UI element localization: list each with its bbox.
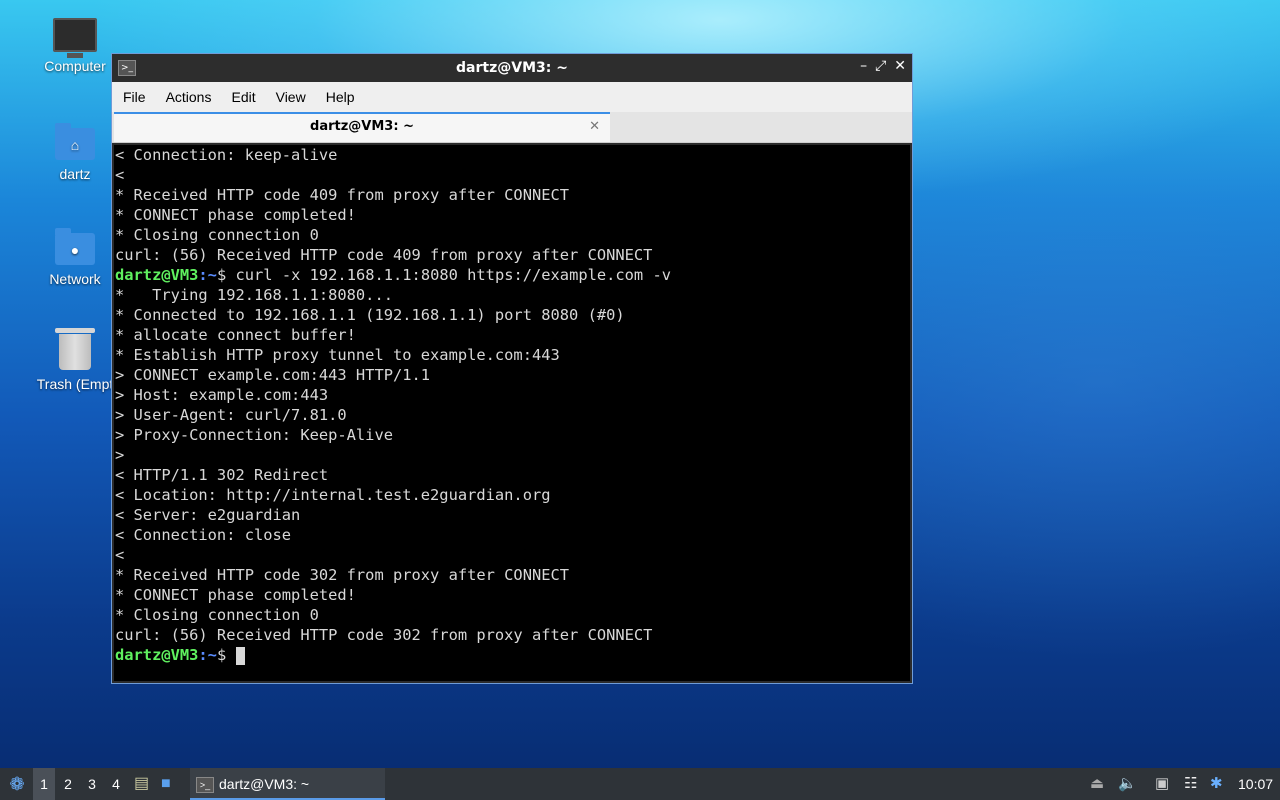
terminal-line: * Establish HTTP proxy tunnel to example… [115, 346, 560, 364]
task-label: dartz@VM3: ~ [219, 776, 310, 792]
terminal-line: * Received HTTP code 302 from proxy afte… [115, 566, 570, 584]
terminal-line: > [115, 446, 125, 464]
file-manager-icon[interactable]: ▤ [134, 768, 154, 800]
volume-icon[interactable]: 🔈 [1118, 768, 1140, 800]
terminal-line: * Closing connection 0 [115, 226, 319, 244]
desktop-icon-computer[interactable]: Computer [27, 18, 123, 74]
computer-icon [53, 18, 97, 58]
workspace-1[interactable]: 1 [33, 768, 55, 800]
terminal-line: > Proxy-Connection: Keep-Alive [115, 426, 393, 444]
desktop-icon-trash[interactable]: Trash (Empt [27, 328, 123, 392]
desktop-icon-network[interactable]: ● Network [27, 228, 123, 287]
desktop-icon-label: Network [49, 271, 101, 287]
prompt-user: dartz@VM3 [115, 266, 199, 284]
terminal-tab[interactable]: dartz@VM3: ~ ✕ [114, 112, 610, 142]
desktop-icon-label: Trash (Empt [36, 376, 114, 392]
tab-label: dartz@VM3: ~ [310, 119, 414, 134]
menu-actions[interactable]: Actions [159, 89, 219, 105]
terminal-line: < Server: e2guardian [115, 506, 301, 524]
prompt-path: :~ [198, 266, 217, 284]
trash-icon [55, 328, 95, 370]
prompt-line[interactable]: dartz@VM3:~$ [114, 645, 910, 665]
terminal-line: curl: (56) Received HTTP code 302 from p… [115, 626, 653, 644]
terminal-line: * Received HTTP code 409 from proxy afte… [115, 186, 570, 204]
terminal-line: * CONNECT phase completed! [115, 586, 356, 604]
terminal-line: > CONNECT example.com:443 HTTP/1.1 [115, 366, 431, 384]
terminal-app-icon: >_ [196, 777, 214, 794]
terminal-window: >_ dartz@VM3: ~ – ⤢ ✕ File Actions Edit … [111, 53, 913, 684]
taskbar-task-terminal[interactable]: >_ dartz@VM3: ~ [190, 768, 385, 800]
prompt-user: dartz@VM3 [115, 646, 199, 664]
terminal-output[interactable]: < Connection: keep-alive < * Received HT… [114, 145, 910, 681]
command-text: curl -x 192.168.1.1:8080 https://example… [226, 266, 672, 284]
workspace-2[interactable]: 2 [57, 768, 79, 800]
taskbar: ❁ 1 2 3 4 ▤ ■ >_ dartz@VM3: ~ ⏏ 🔈 ▣ ☷ ✱ 1… [0, 768, 1280, 800]
terminal-line: > User-Agent: curl/7.81.0 [115, 406, 347, 424]
close-icon[interactable]: ✕ [894, 58, 906, 74]
menu-view[interactable]: View [269, 89, 313, 105]
tray-eject-icon[interactable]: ⏏ [1090, 768, 1110, 800]
tab-close-icon[interactable]: ✕ [589, 114, 600, 140]
terminal-line: * Closing connection 0 [115, 606, 319, 624]
workspace-3[interactable]: 3 [81, 768, 103, 800]
prompt-path: :~ [198, 646, 217, 664]
network-folder-icon: ● [55, 228, 95, 265]
terminal-line: < Connection: close [115, 526, 292, 544]
terminal-line: * Connected to 192.168.1.1 (192.168.1.1)… [115, 306, 625, 324]
command-line: dartz@VM3:~$ curl -x 192.168.1.1:8080 ht… [114, 265, 910, 285]
start-menu-icon[interactable]: ❁ [4, 768, 30, 800]
text-cursor [235, 646, 245, 665]
window-title: dartz@VM3: ~ [456, 60, 568, 76]
terminal-line: < Connection: keep-alive [115, 146, 338, 164]
home-folder-icon: ⌂ [55, 123, 95, 160]
tab-bar: dartz@VM3: ~ ✕ [112, 112, 912, 143]
menu-file[interactable]: File [116, 89, 153, 105]
menu-edit[interactable]: Edit [224, 89, 262, 105]
terminal-line: > Host: example.com:443 [115, 386, 329, 404]
terminal-line: < [115, 546, 125, 564]
prompt-symbol: $ [216, 266, 227, 284]
terminal-line: curl: (56) Received HTTP code 409 from p… [115, 246, 653, 264]
desktop-icon-label: Computer [44, 58, 106, 74]
terminal-line: * allocate connect buffer! [115, 326, 356, 344]
maximize-icon[interactable]: ⤢ [875, 58, 886, 74]
window-titlebar[interactable]: >_ dartz@VM3: ~ – ⤢ ✕ [112, 54, 912, 82]
menu-bar: File Actions Edit View Help [112, 82, 912, 112]
minimize-icon[interactable]: – [860, 58, 867, 74]
desktop-icon-home[interactable]: ⌂ dartz [27, 123, 123, 182]
update-notifier-icon[interactable]: ✱ [1210, 768, 1228, 800]
terminal-line: * CONNECT phase completed! [115, 206, 356, 224]
terminal-line: < Location: http://internal.test.e2guard… [115, 486, 551, 504]
desktop-icon-label: dartz [59, 166, 91, 182]
network-status-icon[interactable]: ▣ [1155, 768, 1177, 800]
clipboard-icon[interactable]: ☷ [1184, 768, 1204, 800]
workspace-4[interactable]: 4 [105, 768, 127, 800]
prompt-symbol: $ [216, 646, 227, 664]
menu-help[interactable]: Help [319, 89, 362, 105]
terminal-line: * Trying 192.168.1.1:8080... [115, 286, 393, 304]
terminal-line: < HTTP/1.1 302 Redirect [115, 466, 329, 484]
show-desktop-icon[interactable]: ■ [161, 768, 183, 800]
clock[interactable]: 10:07 [1238, 768, 1278, 800]
terminal-line: < [115, 166, 125, 184]
